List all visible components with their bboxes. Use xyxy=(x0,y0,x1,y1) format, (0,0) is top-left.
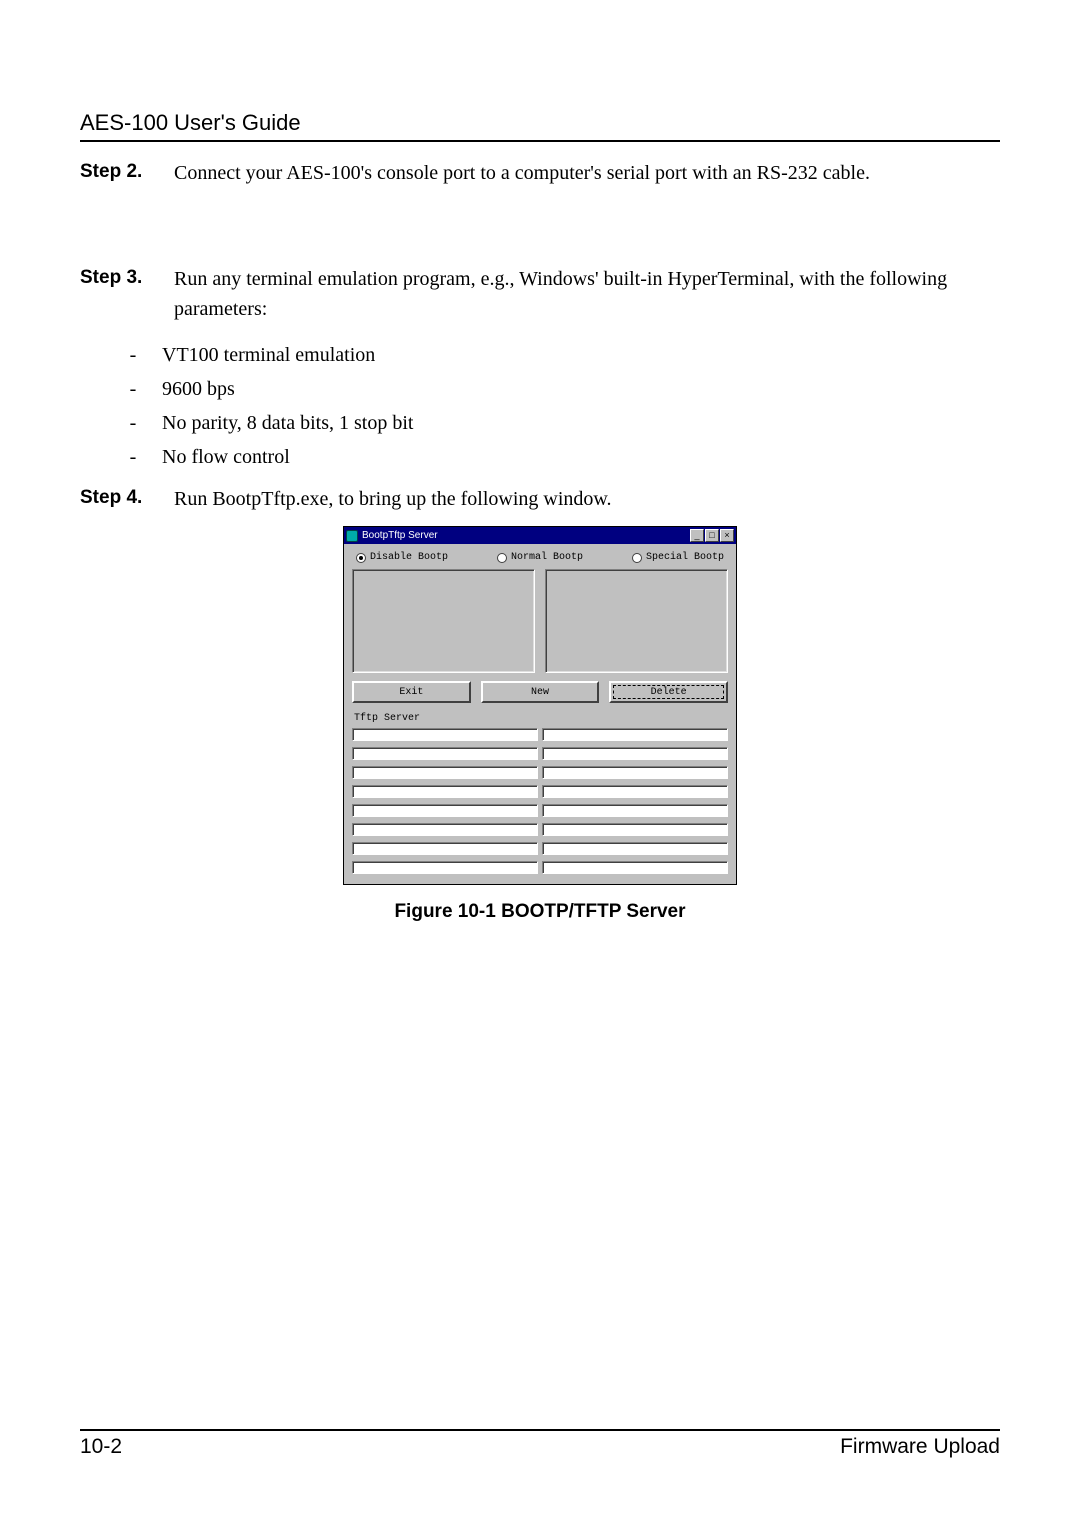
list-item-text: VT100 terminal emulation xyxy=(150,338,1000,372)
radio-label: Normal Bootp xyxy=(511,552,583,563)
list-item-text: 9600 bps xyxy=(150,372,1000,406)
step-2-text: Connect your AES-100's console port to a… xyxy=(174,158,1000,188)
tftp-server-label: Tftp Server xyxy=(352,713,728,724)
list-item-text: No parity, 8 data bits, 1 stop bit xyxy=(150,406,1000,440)
dash-icon: - xyxy=(116,440,150,474)
dash-icon: - xyxy=(116,406,150,440)
radio-icon xyxy=(632,553,642,563)
tftp-cell[interactable] xyxy=(542,785,728,798)
radio-icon xyxy=(497,553,507,563)
tftp-cell[interactable] xyxy=(542,766,728,779)
tftp-cell[interactable] xyxy=(352,747,538,760)
radio-icon xyxy=(356,553,366,563)
exit-button[interactable]: Exit xyxy=(352,681,471,703)
step-4: Step 4. Run BootpTftp.exe, to bring up t… xyxy=(80,484,1000,514)
radio-label: Disable Bootp xyxy=(370,552,448,563)
minimize-button[interactable]: _ xyxy=(690,529,704,542)
dash-icon: - xyxy=(116,338,150,372)
tftp-cell[interactable] xyxy=(352,804,538,817)
window-title: BootpTftp Server xyxy=(362,530,438,541)
list-item: -No flow control xyxy=(80,440,1000,474)
figure-caption: Figure 10-1 BOOTP/TFTP Server xyxy=(80,901,1000,923)
tftp-cell[interactable] xyxy=(542,861,728,874)
step-3-label: Step 3. xyxy=(80,264,174,324)
tftp-cell[interactable] xyxy=(352,785,538,798)
step-4-label: Step 4. xyxy=(80,484,174,514)
radio-label: Special Bootp xyxy=(646,552,724,563)
tftp-cell[interactable] xyxy=(542,842,728,855)
tftp-cell[interactable] xyxy=(542,804,728,817)
doc-header-title: AES-100 User's Guide xyxy=(80,110,1000,140)
tftp-cell[interactable] xyxy=(542,823,728,836)
tftp-cell[interactable] xyxy=(542,747,728,760)
close-button[interactable]: × xyxy=(720,529,734,542)
bootp-mode-radios: Disable Bootp Normal Bootp Special Bootp xyxy=(352,552,728,563)
page-number: 10-2 xyxy=(80,1435,122,1459)
bootptftp-window: BootpTftp Server _ □ × Disable Bootp Nor… xyxy=(343,526,737,885)
step-4-text: Run BootpTftp.exe, to bring up the follo… xyxy=(174,484,1000,514)
app-icon xyxy=(346,530,358,542)
step-2: Step 2. Connect your AES-100's console p… xyxy=(80,158,1000,188)
radio-disable-bootp[interactable]: Disable Bootp xyxy=(356,552,448,563)
radio-normal-bootp[interactable]: Normal Bootp xyxy=(497,552,583,563)
tftp-cell[interactable] xyxy=(352,728,538,741)
footer-section: Firmware Upload xyxy=(840,1435,1000,1459)
step-3-text: Run any terminal emulation program, e.g.… xyxy=(174,264,1000,324)
tftp-grid xyxy=(352,728,728,874)
tftp-cell[interactable] xyxy=(352,766,538,779)
tftp-cell[interactable] xyxy=(352,861,538,874)
list-item: -VT100 terminal emulation xyxy=(80,338,1000,372)
list-item: -No parity, 8 data bits, 1 stop bit xyxy=(80,406,1000,440)
maximize-button[interactable]: □ xyxy=(705,529,719,542)
bootp-list-right[interactable] xyxy=(545,569,728,673)
step-3: Step 3. Run any terminal emulation progr… xyxy=(80,264,1000,324)
page-footer: 10-2 Firmware Upload xyxy=(80,1429,1000,1459)
dash-icon: - xyxy=(116,372,150,406)
window-titlebar[interactable]: BootpTftp Server _ □ × xyxy=(344,527,736,544)
list-item: -9600 bps xyxy=(80,372,1000,406)
radio-special-bootp[interactable]: Special Bootp xyxy=(632,552,724,563)
bootp-list-left[interactable] xyxy=(352,569,535,673)
list-item-text: No flow control xyxy=(150,440,1000,474)
tftp-cell[interactable] xyxy=(542,728,728,741)
step-3-sublist: -VT100 terminal emulation -9600 bps -No … xyxy=(80,338,1000,474)
delete-button[interactable]: Delete xyxy=(609,681,728,703)
step-2-label: Step 2. xyxy=(80,158,174,188)
tftp-cell[interactable] xyxy=(352,823,538,836)
new-button[interactable]: New xyxy=(481,681,600,703)
tftp-cell[interactable] xyxy=(352,842,538,855)
